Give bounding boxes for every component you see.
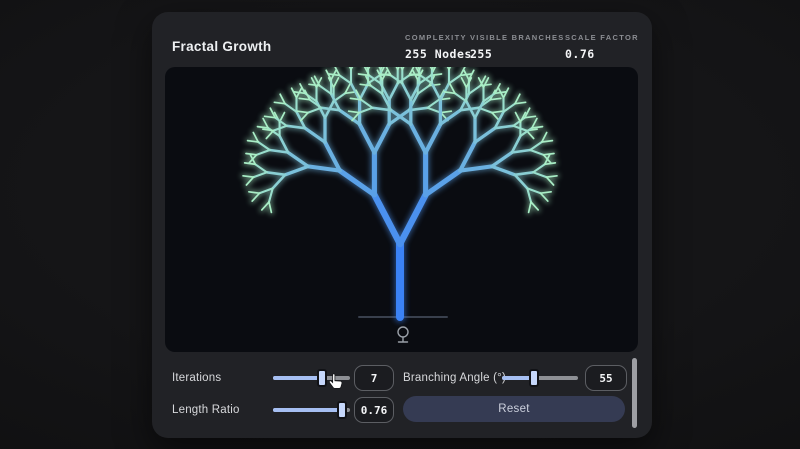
branching-angle-value-box[interactable]: 55 [585, 365, 627, 391]
stat-scale-factor-value: 0.76 [565, 47, 595, 61]
stat-visible-branches-value: 255 [470, 47, 493, 61]
iterations-value-box[interactable]: 7 [354, 365, 394, 391]
tree-branch [423, 122, 443, 155]
fractal-tree-svg [240, 67, 560, 323]
stat-complexity-value: 255 Nodes [405, 47, 472, 61]
reset-button[interactable]: Reset [403, 396, 625, 422]
tree-branch [337, 168, 377, 198]
tree-branch [271, 173, 287, 190]
iterations-label: Iterations [172, 372, 222, 384]
stat-complexity-label: COMPLEXITY [405, 33, 467, 42]
stat-complexity: COMPLEXITY 255 Nodes [405, 33, 472, 61]
stat-scale-factor-label: SCALE FACTOR [565, 33, 639, 42]
tree-branch [408, 122, 428, 155]
iterations-slider-fill [273, 376, 323, 380]
length-ratio-slider-thumb[interactable] [337, 401, 348, 419]
tree-branch [286, 150, 310, 169]
iterations-slider[interactable] [273, 369, 350, 387]
controls-scrollbar-thumb[interactable] [632, 358, 637, 428]
iterations-slider-thumb[interactable] [317, 369, 328, 387]
stat-scale-factor: SCALE FACTOR 0.76 [565, 33, 639, 61]
length-ratio-label: Length Ratio [172, 404, 240, 416]
fractal-canvas [165, 67, 638, 352]
tree-branch [371, 191, 404, 248]
stat-visible-branches: VISIBLE BRANCHES 255 [470, 33, 565, 61]
tree-branch [357, 122, 377, 155]
tree-branch [396, 191, 429, 248]
length-ratio-slider-fill [273, 408, 343, 412]
tree-branch [423, 168, 463, 198]
tree-branch [490, 150, 514, 169]
page-title: Fractal Growth [172, 39, 272, 54]
length-ratio-slider[interactable] [273, 401, 350, 419]
tree-branch [513, 173, 529, 190]
branching-angle-slider[interactable] [502, 369, 578, 387]
tree-icon [397, 326, 409, 343]
tree-branch [372, 122, 392, 155]
fractal-growth-panel: Fractal Growth COMPLEXITY 255 Nodes VISI… [152, 12, 652, 438]
branching-angle-slider-thumb[interactable] [528, 369, 539, 387]
stat-visible-branches-label: VISIBLE BRANCHES [470, 33, 565, 42]
app-background: Fractal Growth COMPLEXITY 255 Nodes VISI… [0, 0, 800, 449]
branching-angle-label: Branching Angle (°) [403, 372, 507, 384]
length-ratio-value-box[interactable]: 0.76 [354, 397, 394, 423]
